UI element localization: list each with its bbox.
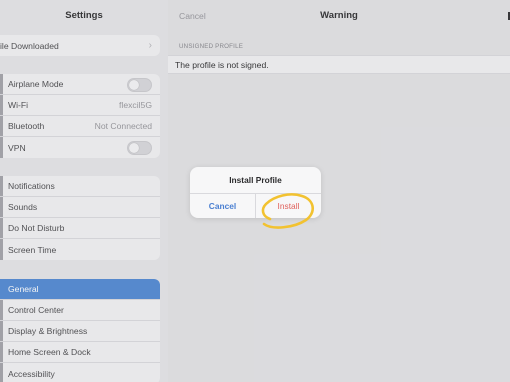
notifications-icon xyxy=(0,176,3,196)
alert-install-button[interactable]: Install xyxy=(256,194,321,218)
sidebar-item-do-not-disturb[interactable]: Do Not Disturb xyxy=(0,218,160,239)
sidebar-title: Settings xyxy=(65,10,103,21)
general-group: General Control Center Display & Brightn… xyxy=(0,279,160,382)
sounds-icon xyxy=(0,197,3,217)
wifi-network-value: flexcil5G xyxy=(119,100,152,110)
sidebar-item-screen-time[interactable]: Screen Time xyxy=(0,239,160,260)
install-profile-alert: Install Profile Cancel Install xyxy=(190,167,321,218)
settings-sidebar: Settings ile Downloaded › Airplane Mode … xyxy=(0,0,168,382)
sidebar-item-sounds[interactable]: Sounds xyxy=(0,197,160,218)
home-screen-icon xyxy=(0,342,3,362)
sidebar-item-label: Wi-Fi xyxy=(8,100,29,110)
sidebar-item-label: Airplane Mode xyxy=(8,79,64,89)
sidebar-item-control-center[interactable]: Control Center xyxy=(0,300,160,321)
sidebar-item-label: Control Center xyxy=(8,305,64,315)
connectivity-group: Airplane Mode Wi-Fi flexcil5G Bluetooth … xyxy=(0,74,160,158)
sidebar-item-label: Home Screen & Dock xyxy=(8,347,91,357)
section-header: UNSIGNED PROFILE xyxy=(179,43,244,50)
airplane-icon xyxy=(0,74,3,94)
accessibility-icon xyxy=(0,363,3,382)
sidebar-item-label: General xyxy=(8,284,39,294)
sidebar-item-label: Display & Brightness xyxy=(8,326,88,336)
notifications-group: Notifications Sounds Do Not Disturb Scre… xyxy=(0,176,160,260)
sidebar-item-airplane-mode[interactable]: Airplane Mode xyxy=(0,74,160,95)
sidebar-item-label: Notifications xyxy=(8,181,55,191)
control-center-icon xyxy=(0,300,3,320)
vpn-icon xyxy=(0,137,3,158)
wifi-icon xyxy=(0,95,3,115)
sidebar-item-label: ile Downloaded xyxy=(0,40,59,51)
sidebar-item-label: Sounds xyxy=(8,202,38,212)
nav-bar: Cancel Warning xyxy=(168,0,510,32)
sidebar-item-notifications[interactable]: Notifications xyxy=(0,176,160,197)
sidebar-item-label: VPN xyxy=(8,142,26,153)
nav-title: Warning xyxy=(320,10,358,21)
moon-icon xyxy=(0,218,3,238)
bluetooth-status-value: Not Connected xyxy=(94,121,152,131)
vpn-toggle[interactable] xyxy=(127,141,152,155)
sidebar-item-label: Screen Time xyxy=(8,244,57,255)
sidebar-item-label: Accessibility xyxy=(8,368,55,379)
sidebar-item-wifi[interactable]: Wi-Fi flexcil5G xyxy=(0,95,160,116)
sidebar-item-home-screen-dock[interactable]: Home Screen & Dock xyxy=(0,342,160,363)
brightness-icon xyxy=(0,321,3,341)
unsigned-profile-row: The profile is not signed. xyxy=(168,55,510,74)
alert-title: Install Profile xyxy=(229,175,282,185)
hourglass-icon xyxy=(0,239,3,260)
chevron-right-icon: › xyxy=(148,40,152,51)
sidebar-item-label: Do Not Disturb xyxy=(8,223,65,233)
bluetooth-icon xyxy=(0,116,3,136)
sidebar-item-accessibility[interactable]: Accessibility xyxy=(0,363,160,382)
sidebar-item-vpn[interactable]: VPN xyxy=(0,137,160,158)
sidebar-item-profile-downloaded[interactable]: ile Downloaded › xyxy=(0,35,160,56)
unsigned-profile-text: The profile is not signed. xyxy=(175,60,269,70)
sidebar-item-display-brightness[interactable]: Display & Brightness xyxy=(0,321,160,342)
sidebar-item-general[interactable]: General xyxy=(0,279,160,300)
airplane-mode-toggle[interactable] xyxy=(127,78,152,92)
alert-cancel-button[interactable]: Cancel xyxy=(190,194,255,218)
sidebar-item-bluetooth[interactable]: Bluetooth Not Connected xyxy=(0,116,160,137)
downloaded-group: ile Downloaded › xyxy=(0,35,160,56)
sidebar-item-label: Bluetooth xyxy=(8,121,45,131)
